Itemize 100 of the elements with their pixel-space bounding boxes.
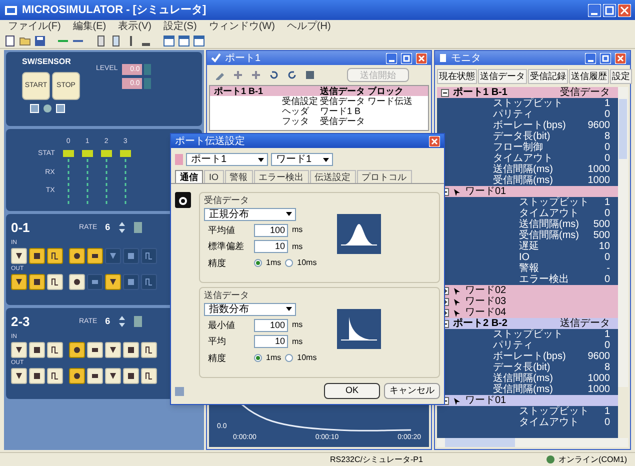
menu-item[interactable]: 設定(S) — [163, 20, 197, 32]
collapse-icon[interactable] — [441, 88, 449, 96]
spinner-icon[interactable] — [118, 315, 126, 328]
horizontal-scrollbar[interactable] — [437, 438, 628, 447]
toggle-button[interactable] — [11, 342, 27, 358]
tree-row[interactable]: ポート1 B-1 受信データ — [437, 87, 618, 98]
radio-button[interactable] — [285, 259, 294, 268]
dropdown[interactable]: ワード1 — [271, 153, 333, 166]
page-icon[interactable] — [95, 34, 107, 46]
minimize-button[interactable] — [585, 52, 596, 64]
toggle-button[interactable] — [141, 368, 157, 384]
toggle-button[interactable] — [105, 368, 121, 384]
toggle-button[interactable] — [29, 342, 45, 358]
toolbar-button[interactable]: 送信履歴 — [569, 68, 609, 84]
radio-button[interactable] — [254, 259, 262, 268]
dropdown-value: 指数分布 — [209, 304, 249, 314]
close-button[interactable] — [618, 4, 631, 16]
slider-control[interactable] — [134, 316, 142, 328]
close-button[interactable] — [615, 52, 626, 64]
toggle-button[interactable] — [29, 248, 45, 264]
toggle-button[interactable] — [87, 274, 103, 290]
menu-item[interactable]: 編集(E) — [72, 20, 106, 32]
toolbar-button[interactable]: 受信記録 — [528, 68, 568, 84]
grid-icon — [175, 386, 184, 396]
plus-icon[interactable] — [251, 70, 261, 80]
node-value: 1000 — [588, 384, 610, 395]
tab[interactable]: プロトコル — [356, 170, 412, 183]
toggle-button[interactable] — [141, 248, 157, 264]
window-icon[interactable] — [163, 34, 175, 46]
toggle-button[interactable] — [105, 248, 121, 264]
toolbar-button[interactable]: 送信データ — [478, 68, 527, 84]
window-icon[interactable] — [193, 34, 205, 46]
scroll-thumb[interactable] — [445, 438, 515, 447]
undo-icon[interactable] — [269, 70, 279, 80]
maximize-button[interactable] — [401, 52, 412, 64]
minimize-button[interactable] — [386, 52, 397, 64]
toggle-button[interactable] — [123, 248, 139, 264]
dropdown[interactable]: 指数分布 — [204, 302, 296, 316]
tab[interactable]: 伝送設定 — [310, 170, 356, 183]
vertical-scrollbar[interactable] — [618, 87, 628, 387]
minimize-button[interactable] — [588, 4, 601, 16]
radio-button[interactable] — [254, 354, 262, 362]
input-field[interactable]: 10 — [254, 240, 288, 254]
input-field[interactable]: 10 — [254, 335, 288, 348]
toggle-button[interactable] — [11, 248, 27, 264]
toggle-button[interactable] — [47, 368, 63, 384]
toggle-button[interactable] — [123, 342, 139, 358]
plus-icon[interactable] — [233, 70, 243, 80]
window-icon[interactable] — [178, 34, 190, 46]
toggle-button[interactable] — [69, 248, 85, 264]
menu-item[interactable]: ファイル(F) — [8, 20, 61, 32]
maximize-button[interactable] — [603, 4, 616, 16]
node-value: 0 — [604, 252, 610, 263]
menu-item[interactable]: ウィンドウ(W) — [208, 20, 275, 32]
menu-item[interactable]: ヘルプ(H) — [286, 20, 331, 32]
menu-item[interactable]: 表示(V) — [118, 20, 152, 32]
toggle-button[interactable] — [105, 274, 121, 290]
tab[interactable]: エラー検出 — [254, 170, 309, 183]
toolbar-button[interactable]: 設定 — [610, 68, 632, 84]
toggle-button[interactable] — [11, 368, 27, 384]
toggle-button[interactable] — [123, 274, 139, 290]
toggle-button[interactable] — [141, 342, 157, 358]
toggle-button[interactable] — [69, 368, 85, 384]
toggle-button[interactable] — [87, 368, 103, 384]
pencil-icon[interactable] — [215, 70, 225, 80]
close-button[interactable] — [429, 136, 440, 146]
toggle-button[interactable] — [47, 248, 63, 264]
grid-icon[interactable] — [305, 70, 315, 80]
page-icon[interactable] — [4, 34, 16, 46]
dialog-button[interactable]: キャンセル — [384, 383, 440, 399]
toggle-button[interactable] — [69, 342, 85, 358]
dropdown[interactable]: 正規分布 — [204, 208, 296, 220]
dialog-button[interactable]: OK — [324, 383, 380, 399]
toggle-button[interactable] — [87, 248, 103, 264]
tab[interactable]: 通信 — [175, 170, 203, 183]
toggle-button[interactable] — [69, 274, 85, 290]
toolbar-button[interactable]: 現在状態 — [437, 68, 477, 84]
toggle-button[interactable] — [29, 368, 45, 384]
slider-control[interactable] — [134, 222, 142, 234]
dropdown[interactable]: ポート1 — [186, 153, 268, 166]
toggle-button[interactable] — [47, 342, 63, 358]
tab[interactable]: 警報 — [224, 170, 253, 183]
toggle-button[interactable] — [105, 342, 121, 358]
camera-icon — [175, 192, 191, 208]
input-field[interactable]: 100 — [254, 224, 288, 237]
toggle-button[interactable] — [87, 342, 103, 358]
toggle-button[interactable] — [123, 368, 139, 384]
close-button[interactable] — [416, 52, 427, 64]
toggle-button[interactable] — [29, 274, 45, 290]
toggle-button[interactable] — [141, 274, 157, 290]
input-field[interactable]: 100 — [254, 318, 288, 332]
page-icon[interactable] — [110, 34, 122, 46]
tab[interactable]: IO — [204, 170, 224, 183]
toggle-button[interactable] — [47, 274, 63, 290]
circle-icon[interactable] — [43, 104, 52, 113]
toggle-button[interactable] — [11, 274, 27, 290]
spinner-icon[interactable] — [118, 221, 126, 234]
radio-button[interactable] — [285, 354, 294, 362]
maximize-button[interactable] — [600, 52, 611, 64]
redo-icon[interactable] — [287, 70, 297, 80]
